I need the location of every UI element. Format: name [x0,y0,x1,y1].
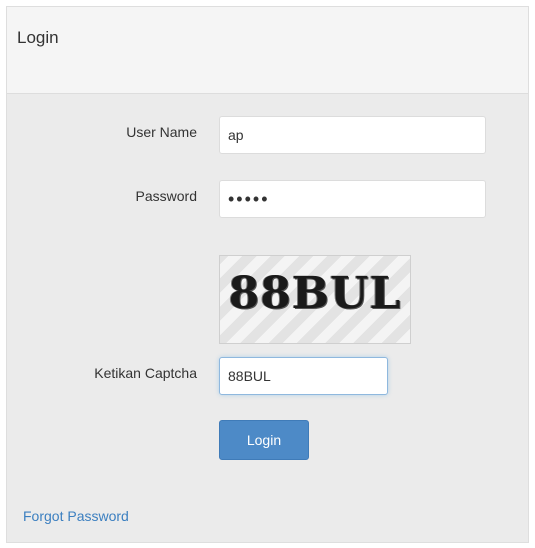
password-input[interactable] [219,180,486,218]
username-input[interactable] [219,116,486,154]
panel-header: Login [7,7,528,94]
captcha-image-text: 88BUL [228,268,402,319]
forgot-password-link[interactable]: Forgot Password [23,508,129,524]
panel-title: Login [17,28,59,47]
username-label: User Name [126,124,197,140]
login-button[interactable]: Login [219,420,309,460]
password-label: Password [135,188,197,204]
captcha-input[interactable] [219,357,388,395]
captcha-label: Ketikan Captcha [94,365,197,381]
login-panel: Login User Name Password 88BUL Ketikan C… [6,6,529,543]
captcha-image: 88BUL [219,255,411,344]
